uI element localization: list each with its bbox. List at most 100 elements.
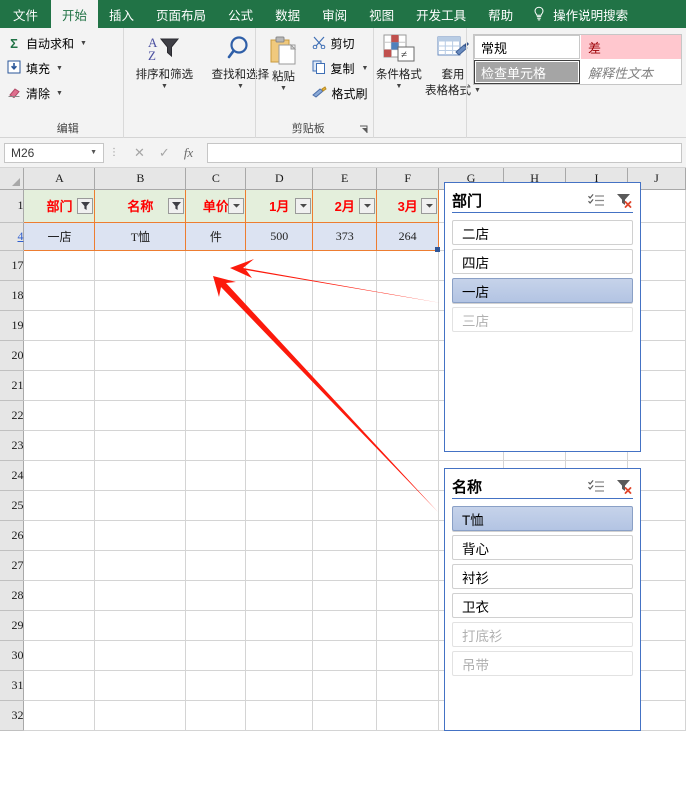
empty-cell[interactable] (94, 700, 187, 731)
empty-cell[interactable] (376, 610, 440, 641)
empty-cell[interactable] (23, 490, 96, 521)
chevron-down-icon[interactable]: ▼ (56, 65, 63, 72)
data-cell-jan[interactable]: 500 (245, 221, 314, 251)
cell-style-explanatory[interactable]: 解释性文本 (581, 60, 682, 84)
chevron-down-icon[interactable]: ▼ (56, 90, 63, 97)
data-cell-department[interactable]: 一店 (23, 221, 96, 251)
empty-cell[interactable] (94, 460, 187, 491)
empty-cell[interactable] (94, 610, 187, 641)
empty-cell[interactable] (245, 370, 314, 401)
chevron-down-icon[interactable]: ▼ (128, 83, 200, 90)
empty-cell[interactable] (245, 670, 314, 701)
empty-cell[interactable] (245, 310, 314, 341)
empty-cell[interactable] (376, 700, 440, 731)
header-cell-mar[interactable]: 3月 (376, 188, 440, 223)
empty-cell[interactable] (245, 430, 314, 461)
filter-button[interactable] (295, 197, 312, 214)
row-header-24[interactable]: 24 (0, 460, 25, 491)
row-header-29[interactable]: 29 (0, 610, 25, 641)
empty-cell[interactable] (245, 610, 314, 641)
empty-cell[interactable] (185, 460, 247, 491)
ribbon-tab-page-layout[interactable]: 页面布局 (145, 0, 217, 28)
empty-cell[interactable] (23, 700, 96, 731)
empty-cell[interactable] (23, 250, 96, 281)
column-header-a[interactable]: A (23, 168, 96, 190)
cell-style-normal[interactable]: 常规 (474, 35, 581, 59)
enter-formula-icon[interactable]: ✓ (159, 145, 170, 161)
empty-cell[interactable] (23, 610, 96, 641)
empty-cell[interactable] (376, 670, 440, 701)
clear-filter-icon[interactable] (616, 479, 633, 495)
empty-cell[interactable] (245, 460, 314, 491)
empty-cell[interactable] (312, 460, 378, 491)
empty-cell[interactable] (376, 400, 440, 431)
select-all-corner[interactable] (0, 168, 25, 190)
autosum-button[interactable]: Σ 自动求和 ▼ (6, 31, 123, 56)
header-cell-name[interactable]: 名称 (94, 188, 187, 223)
empty-cell[interactable] (312, 610, 378, 641)
empty-cell[interactable] (94, 640, 187, 671)
empty-cell[interactable] (94, 250, 187, 281)
slicer-item[interactable]: 衬衫 (452, 564, 633, 589)
empty-cell[interactable] (23, 310, 96, 341)
header-cell-unit[interactable]: 单价 (185, 188, 247, 223)
cell-styles-gallery[interactable]: 常规 差 检查单元格 解释性文本 (473, 34, 683, 85)
slicer-item[interactable]: 三店 (452, 307, 633, 332)
empty-cell[interactable] (185, 520, 247, 551)
slicer-item[interactable]: 四店 (452, 249, 633, 274)
empty-cell[interactable] (376, 430, 440, 461)
empty-cell[interactable] (23, 400, 96, 431)
row-header-18[interactable]: 18 (0, 280, 25, 311)
clear-button[interactable]: 清除 ▼ (6, 81, 123, 106)
empty-cell[interactable] (312, 340, 378, 371)
ribbon-tab-file[interactable]: 文件 (0, 0, 51, 28)
fill-button[interactable]: 填充 ▼ (6, 56, 123, 81)
header-cell-department[interactable]: 部门 (23, 188, 96, 223)
empty-cell[interactable] (376, 310, 440, 341)
cancel-formula-icon[interactable]: ✕ (134, 145, 145, 161)
data-cell-feb[interactable]: 373 (312, 221, 378, 251)
empty-cell[interactable] (23, 280, 96, 311)
ribbon-tab-help[interactable]: 帮助 (477, 0, 524, 28)
empty-cell[interactable] (312, 250, 378, 281)
empty-cell[interactable] (23, 670, 96, 701)
empty-cell[interactable] (245, 640, 314, 671)
chevron-down-icon[interactable]: ▼ (80, 40, 87, 47)
empty-cell[interactable] (185, 370, 247, 401)
empty-cell[interactable] (376, 280, 440, 311)
row-header-28[interactable]: 28 (0, 580, 25, 611)
empty-cell[interactable] (312, 430, 378, 461)
row-header-32[interactable]: 32 (0, 700, 25, 731)
empty-cell[interactable] (23, 340, 96, 371)
filter-button[interactable] (421, 197, 438, 214)
empty-cell[interactable] (185, 640, 247, 671)
column-header-b[interactable]: B (94, 168, 187, 190)
empty-cell[interactable] (94, 490, 187, 521)
cell-style-check-cell[interactable]: 检查单元格 (474, 60, 581, 84)
row-header-30[interactable]: 30 (0, 640, 25, 671)
row-header-4[interactable]: 4 (0, 222, 25, 251)
filter-button-active[interactable] (168, 197, 185, 214)
empty-cell[interactable] (312, 550, 378, 581)
ribbon-tab-review[interactable]: 审阅 (311, 0, 358, 28)
header-cell-jan[interactable]: 1月 (245, 188, 314, 223)
empty-cell[interactable] (312, 640, 378, 671)
empty-cell[interactable] (376, 640, 440, 671)
empty-cell[interactable] (245, 340, 314, 371)
empty-cell[interactable] (23, 580, 96, 611)
empty-cell[interactable] (23, 460, 96, 491)
row-header-31[interactable]: 31 (0, 670, 25, 701)
paste-button[interactable]: 粘贴 ▼ (258, 34, 310, 92)
multi-select-icon[interactable] (588, 193, 605, 209)
column-header-f[interactable]: F (376, 168, 440, 190)
empty-cell[interactable] (94, 400, 187, 431)
cell-style-bad[interactable]: 差 (581, 35, 682, 59)
row-header-19[interactable]: 19 (0, 310, 25, 341)
empty-cell[interactable] (94, 520, 187, 551)
chevron-down-icon[interactable]: ▼ (258, 85, 310, 92)
slicer-item[interactable]: T恤 (452, 506, 633, 531)
empty-cell[interactable] (185, 550, 247, 581)
filter-button[interactable] (359, 197, 376, 214)
empty-cell[interactable] (376, 460, 440, 491)
empty-cell[interactable] (245, 580, 314, 611)
